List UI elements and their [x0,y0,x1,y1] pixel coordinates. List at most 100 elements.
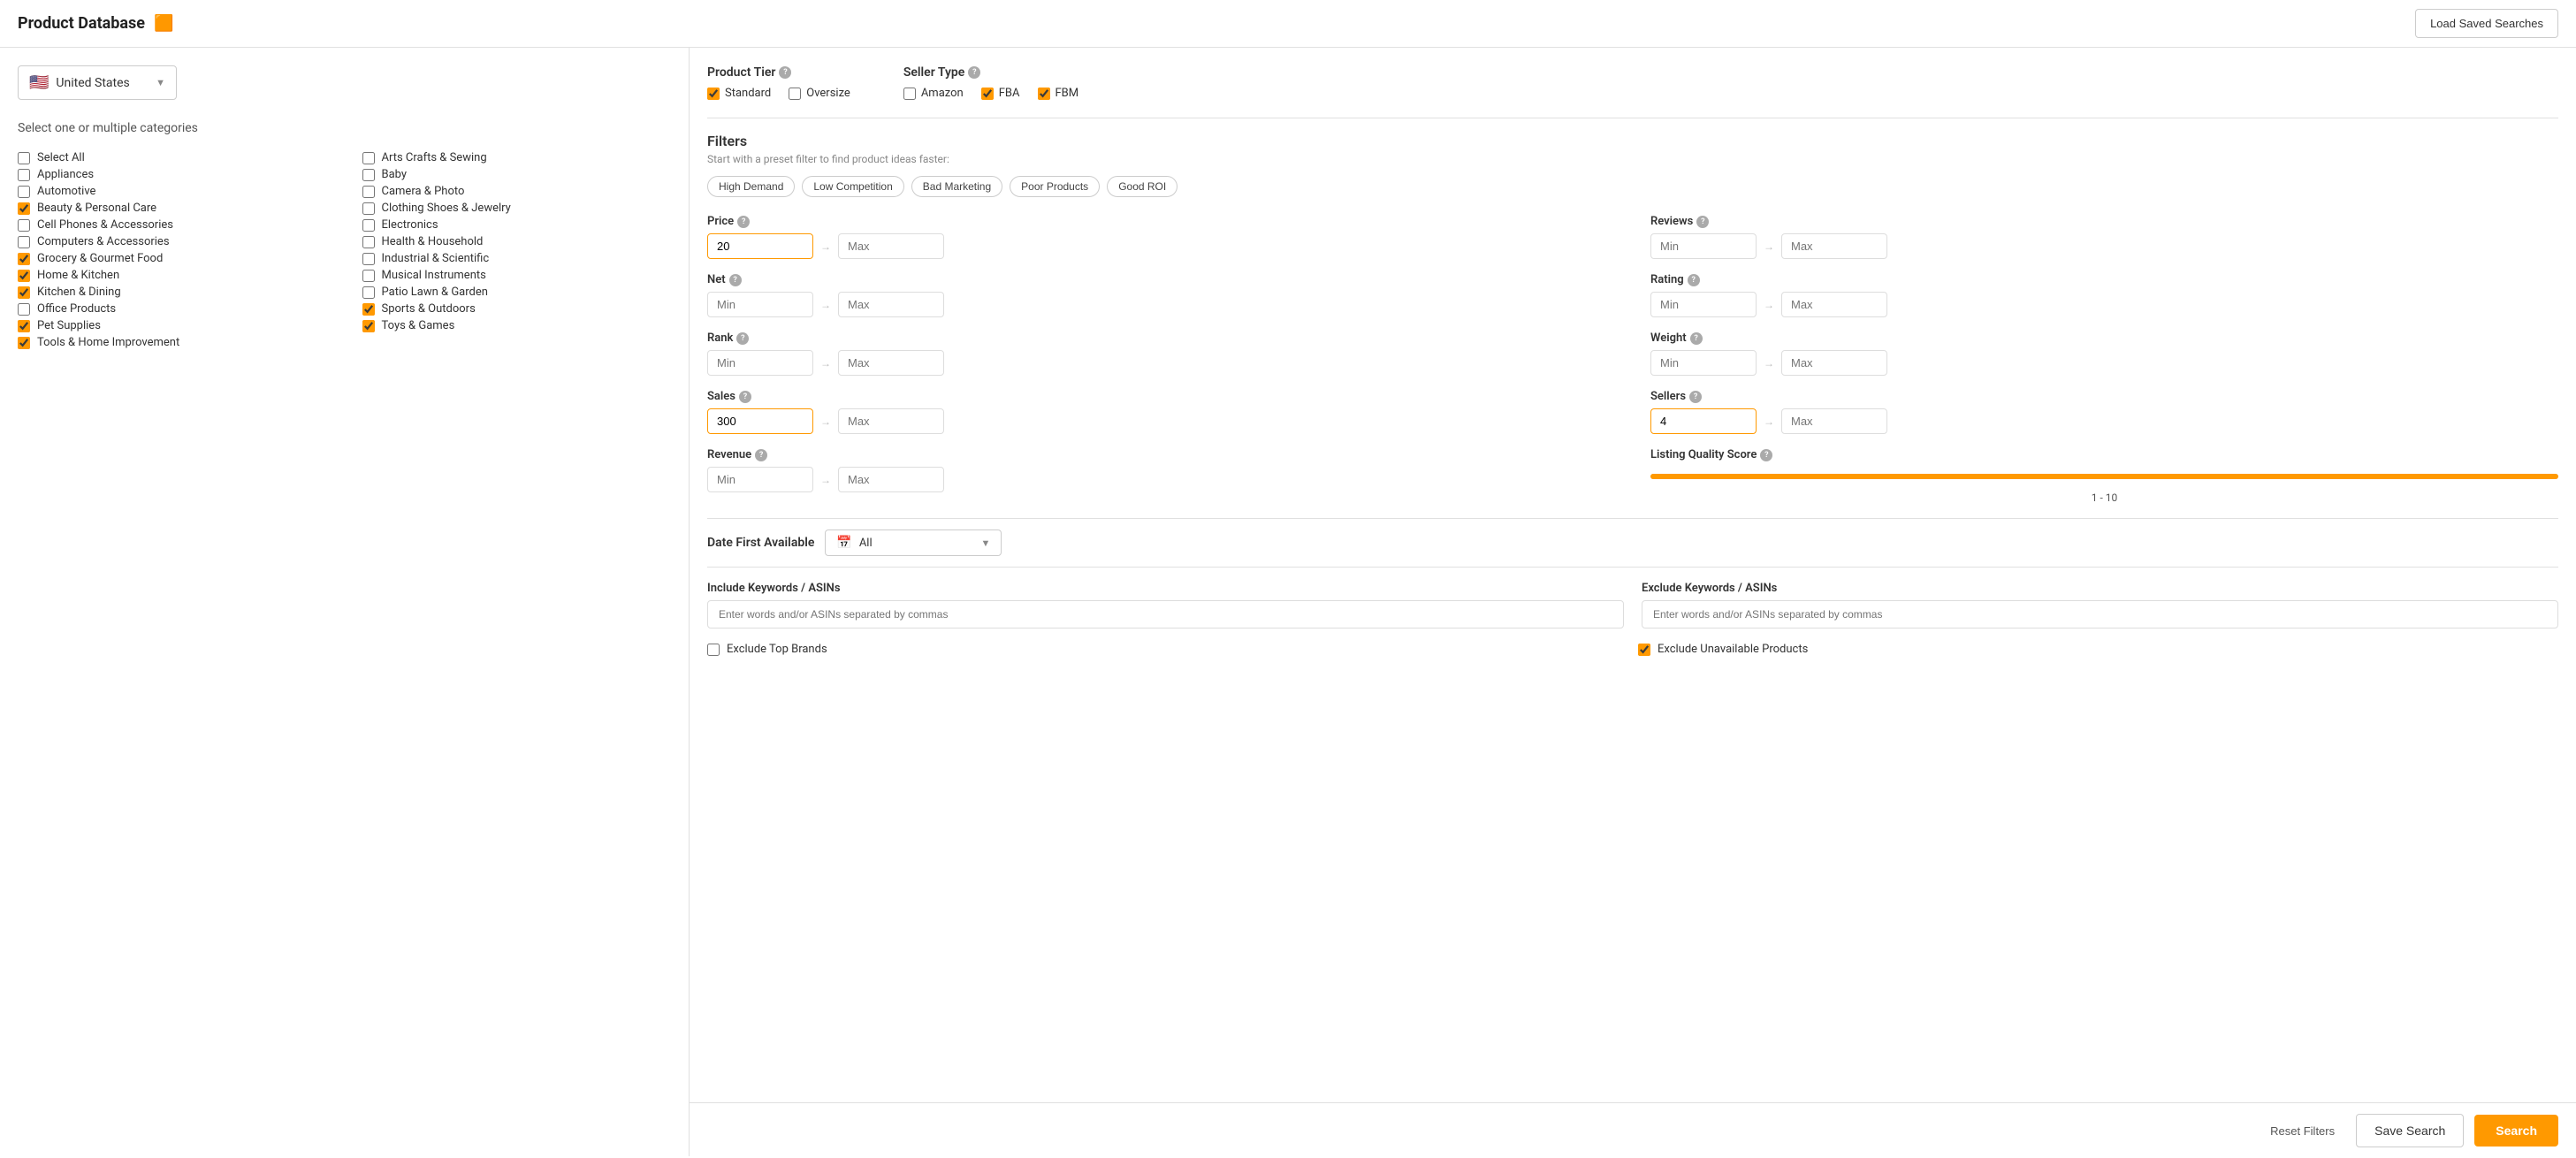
revenue-max-input[interactable] [838,467,944,492]
bottom-option-exclude_top_brands[interactable]: Exclude Top Brands [707,643,1627,656]
preset-tag-good_roi[interactable]: Good ROI [1107,176,1177,197]
seller-type-checkbox-fba[interactable] [981,88,994,100]
category-item-electronics[interactable]: Electronics [362,217,672,233]
revenue-min-input[interactable] [707,467,813,492]
category-item-patio[interactable]: Patio Lawn & Garden [362,284,672,301]
country-selector[interactable]: 🇺🇸 United States ▼ [18,65,177,100]
rating-max-input[interactable] [1781,292,1887,317]
category-item-toys[interactable]: Toys & Games [362,317,672,334]
weight-info-icon[interactable]: ? [1690,332,1703,345]
product-tier-option-standard[interactable]: Standard [707,87,771,100]
net-info-icon[interactable]: ? [729,274,742,286]
category-checkbox-computers[interactable] [18,236,30,248]
category-item-baby[interactable]: Baby [362,166,672,183]
category-checkbox-cell_phones[interactable] [18,219,30,232]
sales-max-input[interactable] [838,408,944,434]
bottom-checkbox-exclude_unavailable[interactable] [1638,644,1650,656]
rank-max-input[interactable] [838,350,944,376]
seller-type-option-fbm[interactable]: FBM [1038,87,1079,100]
seller-type-checkbox-fbm[interactable] [1038,88,1050,100]
sellers-max-input[interactable] [1781,408,1887,434]
date-selector[interactable]: 📅 All ▼ [825,529,1002,556]
search-button[interactable]: Search [2474,1115,2558,1147]
exclude-keywords-input[interactable] [1642,600,2558,629]
category-item-grocery[interactable]: Grocery & Gourmet Food [18,250,327,267]
category-checkbox-kitchen_dining[interactable] [18,286,30,299]
sellers-min-input[interactable] [1650,408,1757,434]
seller-type-option-amazon[interactable]: Amazon [903,87,964,100]
category-item-arts_crafts[interactable]: Arts Crafts & Sewing [362,149,672,166]
preset-tag-bad_marketing[interactable]: Bad Marketing [911,176,1002,197]
category-item-automotive[interactable]: Automotive [18,183,327,200]
preset-tag-low_competition[interactable]: Low Competition [802,176,903,197]
category-item-health[interactable]: Health & Household [362,233,672,250]
price-info-icon[interactable]: ? [737,216,750,228]
net-min-input[interactable] [707,292,813,317]
save-search-button[interactable]: Save Search [2356,1114,2464,1147]
category-checkbox-select_all[interactable] [18,152,30,164]
category-checkbox-toys[interactable] [362,320,375,332]
reviews-info-icon[interactable]: ? [1696,216,1709,228]
rank-info-icon[interactable]: ? [736,332,749,345]
category-checkbox-baby[interactable] [362,169,375,181]
product-tier-info-icon[interactable]: ? [779,66,791,79]
category-checkbox-tools[interactable] [18,337,30,349]
category-checkbox-electronics[interactable] [362,219,375,232]
category-item-select_all[interactable]: Select All [18,149,327,166]
category-checkbox-industrial[interactable] [362,253,375,265]
category-item-industrial[interactable]: Industrial & Scientific [362,250,672,267]
category-checkbox-office[interactable] [18,303,30,316]
category-item-sports[interactable]: Sports & Outdoors [362,301,672,317]
bottom-checkbox-exclude_top_brands[interactable] [707,644,720,656]
seller-type-info-icon[interactable]: ? [968,66,980,79]
category-checkbox-grocery[interactable] [18,253,30,265]
category-item-home_kitchen[interactable]: Home & Kitchen [18,267,327,284]
rank-min-input[interactable] [707,350,813,376]
category-checkbox-sports[interactable] [362,303,375,316]
product-tier-checkbox-standard[interactable] [707,88,720,100]
category-checkbox-appliances[interactable] [18,169,30,181]
category-item-appliances[interactable]: Appliances [18,166,327,183]
category-checkbox-patio[interactable] [362,286,375,299]
weight-max-input[interactable] [1781,350,1887,376]
sales-min-input[interactable] [707,408,813,434]
seller-type-checkbox-amazon[interactable] [903,88,916,100]
category-item-computers[interactable]: Computers & Accessories [18,233,327,250]
weight-min-input[interactable] [1650,350,1757,376]
sales-info-icon[interactable]: ? [739,391,751,403]
net-max-input[interactable] [838,292,944,317]
seller-type-option-fba[interactable]: FBA [981,87,1020,100]
category-item-tools[interactable]: Tools & Home Improvement [18,334,327,351]
category-item-camera[interactable]: Camera & Photo [362,183,672,200]
category-checkbox-automotive[interactable] [18,186,30,198]
preset-tag-high_demand[interactable]: High Demand [707,176,795,197]
category-item-pet[interactable]: Pet Supplies [18,317,327,334]
rating-info-icon[interactable]: ? [1688,274,1700,286]
reviews-min-input[interactable] [1650,233,1757,259]
category-item-clothing[interactable]: Clothing Shoes & Jewelry [362,200,672,217]
category-checkbox-arts_crafts[interactable] [362,152,375,164]
category-checkbox-pet[interactable] [18,320,30,332]
bottom-option-exclude_unavailable[interactable]: Exclude Unavailable Products [1638,643,2558,656]
revenue-info-icon[interactable]: ? [755,449,767,461]
reviews-max-input[interactable] [1781,233,1887,259]
category-checkbox-beauty[interactable] [18,202,30,215]
preset-tag-poor_products[interactable]: Poor Products [1010,176,1100,197]
category-item-musical[interactable]: Musical Instruments [362,267,672,284]
product-tier-checkbox-oversize[interactable] [789,88,801,100]
category-item-office[interactable]: Office Products [18,301,327,317]
category-checkbox-clothing[interactable] [362,202,375,215]
include-keywords-input[interactable] [707,600,1624,629]
sellers-info-icon[interactable]: ? [1689,391,1702,403]
category-checkbox-musical[interactable] [362,270,375,282]
reset-filters-button[interactable]: Reset Filters [2260,1117,2345,1145]
category-checkbox-camera[interactable] [362,186,375,198]
category-item-kitchen_dining[interactable]: Kitchen & Dining [18,284,327,301]
category-checkbox-home_kitchen[interactable] [18,270,30,282]
category-checkbox-health[interactable] [362,236,375,248]
category-item-beauty[interactable]: Beauty & Personal Care [18,200,327,217]
price-min-input[interactable] [707,233,813,259]
load-saved-button[interactable]: Load Saved Searches [2415,9,2558,38]
rating-min-input[interactable] [1650,292,1757,317]
product-tier-option-oversize[interactable]: Oversize [789,87,850,100]
